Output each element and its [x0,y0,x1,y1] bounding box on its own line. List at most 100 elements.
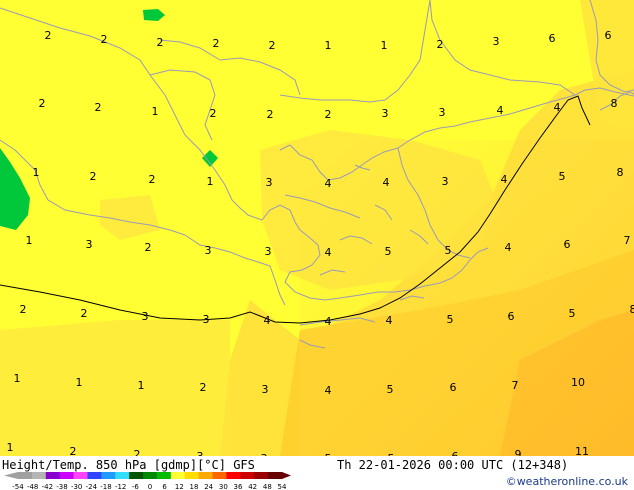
legend-swatch [115,472,130,479]
legend-label: 42 [248,483,257,490]
temperature-label: 4 [505,241,512,254]
legend-label: 54 [278,483,287,490]
legend-swatch [254,472,269,479]
legend-label: 18 [190,483,199,490]
temperature-label: 2 [39,97,46,110]
temperature-label: 1 [207,175,214,188]
legend-arrow-right [282,472,291,479]
legend-swatch [170,472,186,479]
temperature-label: 1 [33,166,40,179]
legend-swatch [73,472,88,479]
legend-swatch [268,472,283,479]
legend-swatch [87,472,102,479]
gradient-overlay [300,140,634,456]
temperature-label: 4 [497,104,504,117]
temperature-label: 2 [267,108,274,121]
legend-swatch [31,472,47,479]
temperature-label: 2 [101,33,108,46]
chart-datetime: Th 22-01-2026 00:00 UTC (12+348) [337,458,569,472]
temperature-label: 2 [437,38,444,51]
temperature-label: 1 [14,372,21,385]
temperature-label: 9 [515,448,522,456]
temperature-label: 1 [152,105,159,118]
legend-label: -38 [56,483,67,490]
legend-label: 48 [263,483,272,490]
temperature-label: 2 [20,303,27,316]
temperature-label: 2 [90,170,97,183]
temperature-label: 4 [383,176,390,189]
legend-swatch [143,472,158,479]
temperature-label: 2 [145,241,152,254]
temperature-label: 4 [325,177,332,190]
temperature-label: 3 [493,35,500,48]
temperature-label: 1 [7,441,14,454]
legend-swatch [101,472,116,479]
temperature-label: 5 [569,307,576,320]
legend-label: 24 [204,483,213,490]
credit-link[interactable]: ©weatheronline.co.uk [506,475,628,488]
legend-swatch [226,472,241,479]
legend-label: -30 [71,483,82,490]
legend-swatch [18,472,33,479]
legend-label: -54 [12,483,24,490]
legend-swatch [156,472,172,479]
temperature-label: 7 [512,379,519,392]
legend-label: -48 [27,483,38,490]
temperature-label: 6 [508,310,515,323]
legend-arrow-left [4,472,18,479]
legend-label: -24 [86,483,98,490]
temperature-label: 2 [45,29,52,42]
color-legend: -54 -48 -42 -38 -30 -24 -18 -12 -6 0 6 12 18 24 30 36 42… [4,472,291,490]
temperature-label: 4 [264,314,271,327]
legend-label: 0 [148,483,152,490]
temperature-label: 2 [70,445,77,456]
temperature-label: 11 [575,445,589,456]
temperature-label: 4 [501,173,508,186]
temperature-label: 2 [210,107,217,120]
legend-label: 30 [219,483,228,490]
temperature-label: 2 [157,36,164,49]
temperature-label: 3 [86,238,93,251]
legend-label: -42 [42,483,53,490]
chart-title: Height/Temp. 850 hPa [gdmp][°C] GFS [2,458,255,472]
temperature-label: 3 [142,310,149,323]
temperature-label: 7 [624,234,631,247]
temperature-label: 5 [447,313,454,326]
legend-label: -18 [100,483,111,490]
temperature-label: 6 [549,32,556,45]
temperature-label: 5 [559,170,566,183]
legend-swatch [198,472,214,479]
legend-label: 12 [175,483,184,490]
temperature-label: 8 [617,166,624,179]
temperature-label: 1 [381,39,388,52]
temperature-label: 3 [442,175,449,188]
legend-label: -12 [115,483,126,490]
temperature-label: 1 [138,379,145,392]
temperature-label: 8 [611,97,618,110]
legend-swatch [240,472,255,479]
legend-swatch [212,472,227,479]
temperature-label: 2 [81,307,88,320]
legend-swatch [129,472,144,479]
temperature-label: 3 [262,383,269,396]
temperature-label: 6 [605,29,612,42]
temperature-label: 3 [266,176,273,189]
weather-map: 2 2 2 2 2 1 1 2 3 6 62 2 1 2 2 2 3 3 4 4 81 2 2 1 3 4 4 3 4 5 81 3 2 3 3 4 5… [0,0,634,456]
legend-swatch [59,472,75,479]
temperature-label: 2 [269,39,276,52]
temperature-label: 3 [265,245,272,258]
temperature-label: 2 [149,173,156,186]
temperature-label: 5 [445,244,452,257]
legend-label: -6 [132,483,140,490]
legend-label: 36 [234,483,243,490]
temperature-label: 4 [325,384,332,397]
legend-swatch [184,472,200,479]
warm-zone-west [0,320,230,456]
temperature-label: 2 [325,108,332,121]
temperature-label: 3 [439,106,446,119]
temperature-label: 2 [95,101,102,114]
temperature-label: 3 [205,244,212,257]
temperature-label: 10 [571,376,585,389]
temperature-label: 6 [564,238,571,251]
temperature-label: 1 [26,234,33,247]
